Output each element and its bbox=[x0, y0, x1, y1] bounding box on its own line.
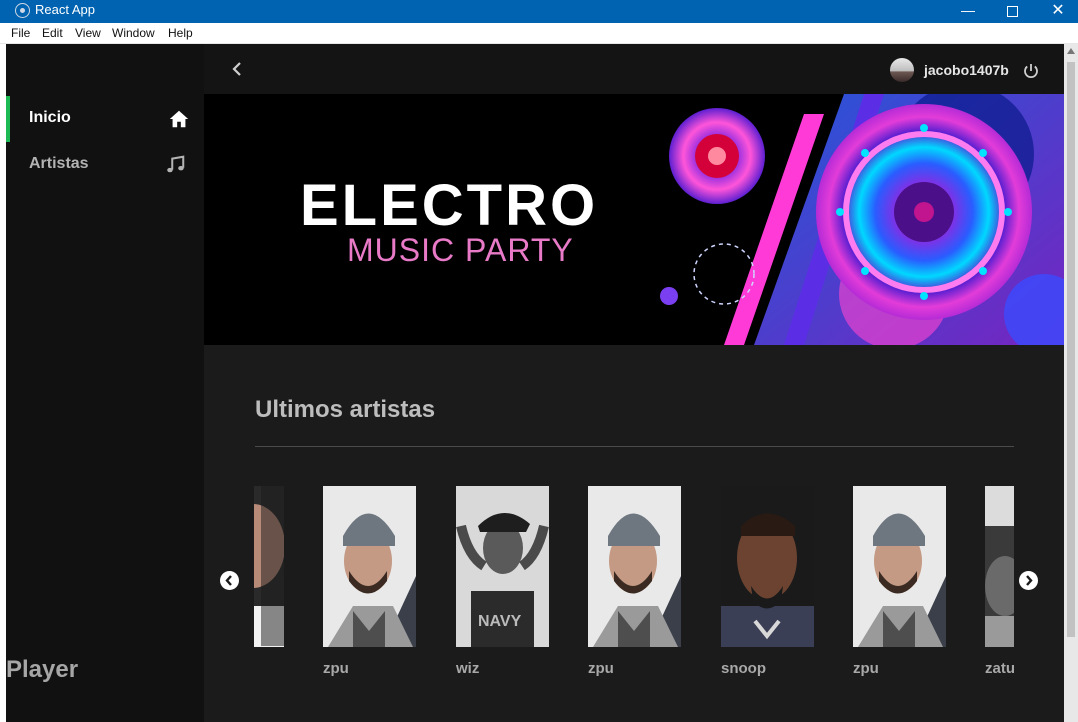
power-icon[interactable] bbox=[1022, 62, 1040, 80]
vertical-scrollbar[interactable] bbox=[1064, 44, 1078, 722]
window-titlebar: React App — ✕ bbox=[0, 0, 1078, 23]
sidebar-item-label: Inicio bbox=[29, 109, 71, 126]
sidebar-item-artistas[interactable]: Artistas bbox=[6, 142, 204, 188]
artist-card[interactable] bbox=[254, 486, 284, 647]
artist-card[interactable]: snoop bbox=[721, 486, 814, 677]
menu-window[interactable]: Window bbox=[112, 26, 155, 40]
close-button[interactable]: ✕ bbox=[1035, 0, 1078, 23]
scrollbar-thumb[interactable] bbox=[1067, 62, 1075, 637]
home-icon bbox=[169, 110, 189, 128]
menu-view[interactable]: View bbox=[75, 26, 101, 40]
carousel-prev-button[interactable] bbox=[220, 571, 239, 590]
maximize-icon bbox=[1006, 6, 1018, 17]
artist-photo bbox=[323, 486, 416, 647]
artist-photo bbox=[588, 486, 681, 647]
section-title: Ultimos artistas bbox=[255, 396, 436, 423]
artist-card[interactable]: zpu bbox=[588, 486, 681, 677]
artist-photo: NAVY bbox=[456, 486, 549, 647]
artist-name: snoop bbox=[721, 660, 766, 677]
artist-name: wiz bbox=[456, 660, 480, 677]
artist-card[interactable]: zpu bbox=[323, 486, 416, 677]
music-note-icon bbox=[167, 155, 185, 173]
sidebar-item-inicio[interactable]: Inicio bbox=[6, 96, 208, 142]
artist-name: zpu bbox=[853, 660, 879, 677]
chevron-left-icon[interactable] bbox=[228, 58, 246, 80]
artist-photo bbox=[853, 486, 946, 647]
svg-text:NAVY: NAVY bbox=[478, 613, 522, 630]
artist-card[interactable]: zatu bbox=[985, 486, 1014, 677]
artist-name: zatu bbox=[985, 660, 1014, 677]
minimize-button[interactable]: — bbox=[945, 0, 991, 23]
menu-file[interactable]: File bbox=[11, 26, 30, 40]
scroll-up-arrow[interactable] bbox=[1067, 48, 1075, 54]
top-bar: jacobo1407b bbox=[204, 44, 1064, 94]
artist-name: zpu bbox=[323, 660, 349, 677]
section-divider bbox=[255, 446, 1014, 447]
artist-photo bbox=[721, 486, 814, 647]
chevron-left-icon bbox=[225, 575, 232, 586]
maximize-button[interactable] bbox=[989, 0, 1035, 23]
artist-carousel: zpu NAVY wiz zpu snoop zpu zatu bbox=[254, 486, 1014, 686]
chevron-right-icon bbox=[1026, 575, 1033, 586]
sidebar-item-label: Artistas bbox=[29, 155, 89, 172]
banner-title: ELECTRO bbox=[300, 173, 599, 238]
menu-bar: File Edit View Window Help bbox=[0, 23, 1078, 44]
window-title: React App bbox=[35, 2, 95, 17]
electron-app-icon bbox=[15, 3, 30, 18]
menu-edit[interactable]: Edit bbox=[42, 26, 63, 40]
artist-photo bbox=[254, 486, 284, 647]
carousel-next-button[interactable] bbox=[1019, 571, 1038, 590]
artist-card[interactable]: zpu bbox=[853, 486, 946, 677]
banner-subtitle: MUSIC PARTY bbox=[347, 232, 574, 268]
menu-help[interactable]: Help bbox=[168, 26, 193, 40]
artist-name: zpu bbox=[588, 660, 614, 677]
artist-card[interactable]: NAVY wiz bbox=[456, 486, 549, 677]
hero-banner: ELECTRO MUSIC PARTY bbox=[204, 94, 1064, 345]
sidebar: Inicio Artistas Player bbox=[6, 44, 204, 722]
speaker-artwork bbox=[660, 94, 1064, 345]
avatar[interactable] bbox=[890, 58, 914, 82]
artist-photo bbox=[985, 486, 1014, 647]
username[interactable]: jacobo1407b bbox=[924, 62, 1009, 78]
player-label: Player bbox=[6, 656, 79, 683]
